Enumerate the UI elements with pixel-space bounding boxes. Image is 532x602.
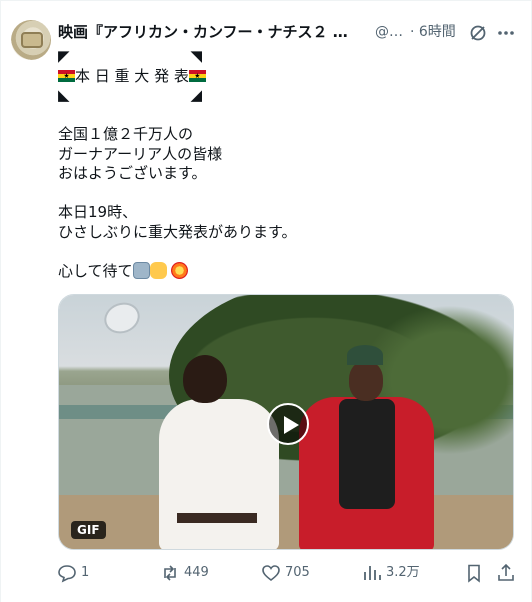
- gif-badge: GIF: [71, 521, 106, 539]
- like-icon: [262, 565, 280, 582]
- fist-emoji-icon: [149, 261, 167, 279]
- text-line: おはようございます。: [58, 164, 207, 182]
- gif-media[interactable]: GIF: [58, 294, 514, 550]
- text-line: ガーナアーリア人の皆様: [58, 144, 223, 163]
- announcement-title: 本 日 重 大 発 表: [58, 67, 518, 87]
- text-line: 心して待て: [58, 261, 518, 282]
- repost-count: 449: [184, 565, 209, 580]
- tweet[interactable]: 映画『アフリカン・カンフー・ナチス２ … @… · 6時間 ◤ ◥ 本 日 重 大…: [0, 0, 532, 602]
- share-button[interactable]: [496, 561, 516, 585]
- deco-top: ◤ ◥: [58, 47, 204, 65]
- share-icon: [498, 563, 514, 581]
- tweet-header: 映画『アフリカン・カンフー・ナチス２ … @… · 6時間: [58, 21, 524, 43]
- avatar[interactable]: [11, 20, 51, 60]
- text-line: 本日19時、: [58, 203, 138, 221]
- action-bar: 1 449 705 3.2万: [53, 561, 523, 585]
- ghana-flag-icon: [188, 69, 206, 82]
- reply-icon: [58, 565, 76, 583]
- tweet-text: ◤ ◥ 本 日 重 大 発 表 ◣ ◢ 全国１億２千万人の ガーナアーリア人の皆様 …: [58, 47, 518, 281]
- repost-icon: [164, 565, 176, 581]
- bookmark-button[interactable]: [464, 561, 484, 585]
- play-icon: [284, 416, 299, 434]
- bookmark-icon: [468, 564, 480, 583]
- handle[interactable]: @…: [375, 21, 403, 43]
- text-line: 全国１億２千万人の: [58, 125, 194, 143]
- like-count: 705: [285, 565, 310, 580]
- views-count: 3.2万: [386, 565, 420, 580]
- display-name[interactable]: 映画『アフリカン・カンフー・ナチス２ …: [58, 21, 348, 43]
- text-line: ひさしぶりに重大発表があります。: [58, 222, 297, 241]
- collision-emoji-icon: [171, 261, 189, 279]
- reply-count: 1: [81, 565, 90, 580]
- deco-bottom: ◣ ◢: [58, 86, 204, 104]
- play-button[interactable]: [267, 403, 309, 445]
- robot-emoji-icon: [132, 261, 150, 279]
- more-icon[interactable]: [496, 23, 516, 43]
- views-icon: [364, 566, 381, 580]
- grok-icon[interactable]: [469, 24, 487, 42]
- timestamp[interactable]: · 6時間: [410, 21, 456, 43]
- ghana-flag-icon: [58, 69, 75, 82]
